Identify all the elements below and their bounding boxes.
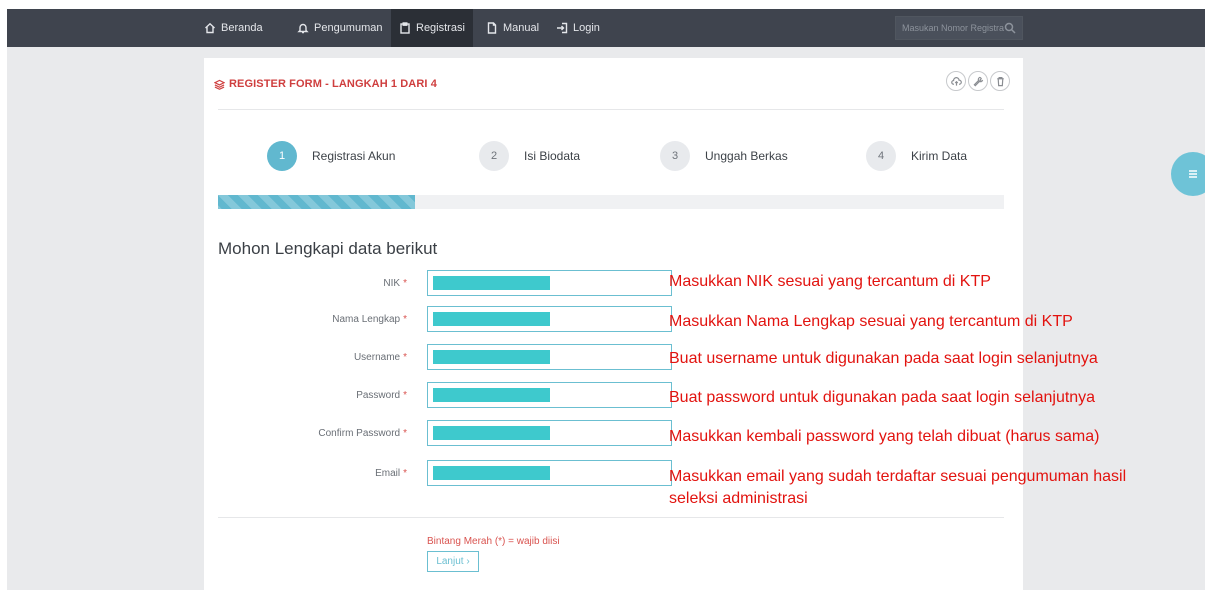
nav-label: Registrasi (416, 22, 465, 34)
floating-menu-button[interactable] (1171, 152, 1205, 196)
step-registrasi-akun[interactable]: 1 Registrasi Akun (267, 141, 395, 171)
username-field-box (427, 344, 672, 370)
step-isi-biodata[interactable]: 2 Isi Biodata (479, 141, 580, 171)
required-marker: * (403, 427, 407, 439)
nama-lengkap-field-box (427, 306, 672, 332)
password-field-box (427, 382, 672, 408)
trash-icon (996, 76, 1004, 86)
annotation-email: Masukkan email yang sudah terdaftar sesu… (669, 468, 1127, 485)
field-label-confirm-password: Confirm Password * (318, 419, 407, 447)
step-number: 1 (267, 141, 297, 171)
app-screen: Beranda Pengumuman Registrasi Manual Log… (7, 9, 1205, 590)
card-tools (946, 71, 1010, 91)
email-field-box (427, 460, 672, 486)
required-note: Bintang Merah (*) = wajib diisi (427, 536, 560, 547)
email-input[interactable] (428, 461, 671, 485)
step-label: Unggah Berkas (705, 149, 788, 163)
wizard-progress-fill (218, 195, 415, 209)
form-divider (218, 517, 1004, 518)
field-label-email: Email * (375, 459, 407, 487)
form-heading: Mohon Lengkapi data berikut (218, 239, 438, 258)
label-text: Username (353, 351, 401, 363)
top-navbar: Beranda Pengumuman Registrasi Manual Log… (7, 9, 1205, 47)
nav-label: Pengumuman (314, 22, 383, 34)
card-title: REGISTER FORM - LANGKAH 1 DARI 4 (214, 78, 437, 90)
nav-item-beranda[interactable]: Beranda (204, 9, 263, 47)
label-text: Password (356, 389, 401, 401)
document-icon (487, 22, 497, 34)
delete-tool-button[interactable] (990, 71, 1010, 91)
required-marker: * (403, 313, 407, 325)
nik-input[interactable] (428, 271, 671, 295)
label-text: NIK (383, 277, 401, 289)
nama-lengkap-input[interactable] (428, 307, 671, 331)
password-input[interactable] (428, 383, 671, 407)
field-label-password: Password * (356, 381, 407, 409)
layers-icon (214, 79, 225, 90)
registration-search[interactable] (895, 16, 1023, 40)
username-input[interactable] (428, 345, 671, 369)
annotation-nama-lengkap: Masukkan Nama Lengkap sesuai yang tercan… (669, 313, 1073, 330)
step-unggah-berkas[interactable]: 3 Unggah Berkas (660, 141, 788, 171)
label-text: Email (375, 467, 401, 479)
confirm-password-field-box (427, 420, 672, 446)
required-marker: * (403, 277, 407, 289)
upload-tool-button[interactable] (946, 71, 966, 91)
annotation-username: Buat username untuk digunakan pada saat … (669, 350, 1098, 367)
nav-item-pengumuman[interactable]: Pengumuman (297, 9, 383, 47)
annotation-password: Buat password untuk digunakan pada saat … (669, 389, 1096, 406)
step-label: Kirim Data (911, 149, 968, 163)
field-label-nik: NIK * (383, 269, 407, 297)
nav-item-registrasi[interactable]: Registrasi (391, 9, 473, 47)
nav-label: Manual (503, 22, 540, 34)
settings-tool-button[interactable] (968, 71, 988, 91)
field-label-username: Username * (354, 343, 407, 371)
annotation-nik: Masukkan NIK sesuai yang tercantum di KT… (669, 273, 991, 290)
annotation-confirm-password: Masukkan kembali password yang telah dib… (669, 428, 1100, 445)
cloud-upload-icon (950, 76, 962, 86)
next-button[interactable]: Lanjut › (427, 551, 479, 572)
step-label: Registrasi Akun (312, 149, 396, 163)
confirm-password-input[interactable] (428, 421, 671, 445)
field-label-nama-lengkap: Nama Lengkap * (332, 305, 407, 333)
wrench-icon (973, 76, 983, 86)
label-text: Confirm Password (318, 427, 401, 439)
required-marker: * (403, 351, 407, 363)
label-text: Nama Lengkap (332, 313, 401, 325)
search-icon[interactable] (1004, 22, 1016, 34)
step-number: 2 (479, 141, 509, 171)
card-title-text: REGISTER FORM - LANGKAH 1 DARI 4 (229, 78, 437, 90)
registration-search-input[interactable] (902, 23, 1004, 33)
card-divider (218, 109, 1004, 110)
home-icon (205, 22, 215, 34)
nav-label: Beranda (221, 22, 263, 34)
menu-icon (1189, 170, 1197, 178)
bell-icon (297, 23, 309, 34)
nav-item-login[interactable]: Login (556, 9, 600, 47)
nav-item-manual[interactable]: Manual (486, 9, 539, 47)
required-marker: * (403, 389, 407, 401)
clipboard-icon (400, 22, 410, 34)
wizard-progress-bar (218, 195, 1004, 209)
step-number: 3 (660, 141, 690, 171)
nik-field-box (427, 270, 672, 296)
step-kirim-data[interactable]: 4 Kirim Data (866, 141, 967, 171)
annotation-email-continued: seleksi administrasi (669, 490, 808, 507)
login-icon (557, 22, 568, 34)
step-number: 4 (866, 141, 896, 171)
nav-label: Login (573, 22, 600, 34)
required-marker: * (403, 467, 407, 479)
step-label: Isi Biodata (524, 149, 581, 163)
